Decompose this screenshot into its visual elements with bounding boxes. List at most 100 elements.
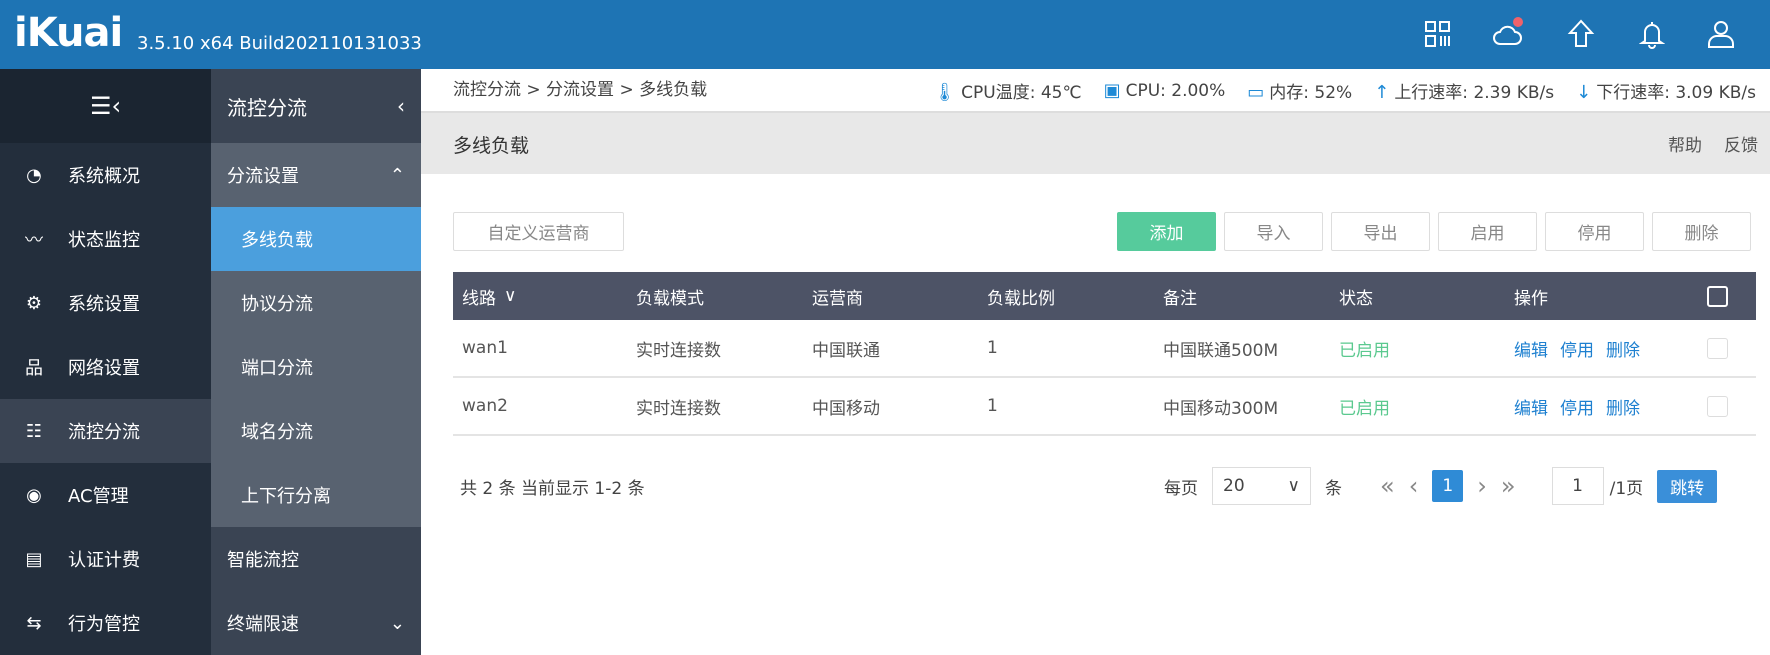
help-link[interactable]: 帮助 [1668, 131, 1702, 156]
sidebar-item[interactable]: 〰 状态监控 [0, 207, 211, 271]
page-title: 多线负载 [453, 135, 530, 157]
logo: iKuai [14, 10, 123, 56]
sidebar-item[interactable]: ⚙ 系统设置 [0, 271, 211, 335]
upload-stat: ↑ 上行速率: 2.39 KB/s [1374, 78, 1554, 103]
cell-mode: 实时连接数 [636, 398, 721, 419]
status-badge: 已启用 [1339, 340, 1390, 361]
apps-icon[interactable] [1421, 17, 1455, 51]
disable-link[interactable]: 停用 [1560, 336, 1594, 361]
sidebar-item-label: AC管理 [68, 486, 129, 507]
id-card-icon: ▤ [25, 548, 43, 570]
sub-sidebar: 流控分流 ‹ 分流设置 ⌃ 多线负载协议分流端口分流域名分流上下行分离 智能流控 终… [211, 69, 421, 655]
delete-button[interactable]: 删除 [1652, 212, 1751, 251]
col-label: 线路 [462, 288, 496, 309]
subnav-label: 端口分流 [241, 358, 313, 379]
last-page-icon[interactable]: » [1501, 472, 1516, 500]
subnav-label: 域名分流 [241, 422, 313, 443]
add-button[interactable]: 添加 [1117, 212, 1216, 251]
subnav-title[interactable]: 流控分流 ‹ [211, 69, 421, 143]
import-button[interactable]: 导入 [1224, 212, 1323, 251]
next-page-icon[interactable]: › [1477, 472, 1487, 500]
subnav-group[interactable]: 分流设置 ⌃ [211, 143, 421, 207]
sidebar-item-label: 系统设置 [68, 294, 140, 315]
system-stats: 🌡 CPU温度: 45℃ ▣ CPU: 2.00% ▭ 内存: 52% ↑ 上行速率: … [933, 69, 1756, 111]
subnav-title-text: 流控分流 [227, 95, 307, 120]
total-pages: /1页 [1609, 478, 1644, 499]
chevron-down-icon: ∨ [1287, 476, 1300, 496]
cell-isp: 中国移动 [812, 398, 880, 419]
row-checkbox[interactable] [1707, 337, 1728, 359]
sidebar-item-label: 网络设置 [68, 358, 140, 379]
first-page-icon[interactable]: « [1380, 472, 1395, 500]
table-header: 线路 ∨ 负载模式 运营商 负载比例 备注 状态 操作 [453, 272, 1756, 320]
cpu-text: CPU: 2.00% [1125, 80, 1226, 101]
page-input[interactable]: 1 [1551, 467, 1604, 505]
bell-icon[interactable] [1635, 17, 1669, 51]
notification-dot [1513, 17, 1523, 27]
row-actions: 编辑 停用 删除 [1514, 320, 1652, 376]
cell-mode: 实时连接数 [636, 340, 721, 361]
sidebar-item[interactable]: ◉ AC管理 [0, 463, 211, 527]
sidebar-item[interactable]: ◔ 系统概况 [0, 143, 211, 207]
sidebar-item[interactable]: ⇆ 行为管控 [0, 591, 211, 655]
delete-link[interactable]: 删除 [1606, 336, 1640, 361]
col-line[interactable]: 线路 ∨ [462, 272, 516, 320]
status-badge: 已启用 [1339, 398, 1390, 419]
page-1-button[interactable]: 1 [1432, 470, 1464, 502]
sidebar-item-label: 行为管控 [68, 614, 140, 635]
version-text: 3.5.10 x64 Build202110131033 [137, 33, 422, 54]
menu-collapse-icon[interactable]: ☰‹ [0, 69, 211, 143]
row-checkbox[interactable] [1707, 395, 1728, 417]
main-sidebar: ☰‹ ◔ 系统概况〰 状态监控 ⚙ 系统设置品 网络设置 ☷ 流控分流 ◉ AC管理 ▤ 认证计费 ⇆ 行… [0, 69, 211, 655]
subnav-item[interactable]: 端口分流 [211, 335, 421, 399]
jump-button[interactable]: 跳转 [1657, 469, 1718, 503]
chevron-down-icon[interactable]: ∨ [504, 286, 516, 306]
subnav-label: 协议分流 [241, 294, 313, 315]
wifi-icon: ◉ [26, 484, 42, 506]
sidebar-item[interactable]: ☷ 流控分流 [0, 399, 211, 463]
chevron-left-icon[interactable]: ‹ [397, 94, 405, 118]
edit-link[interactable]: 编辑 [1514, 336, 1548, 361]
subnav-item-terminal-limit[interactable]: 终端限速 ⌄ [211, 591, 421, 655]
col-actions: 操作 [1514, 288, 1548, 309]
cell-ratio: 1 [987, 338, 998, 358]
export-button[interactable]: 导出 [1331, 212, 1430, 251]
feedback-link[interactable]: 反馈 [1724, 131, 1758, 156]
subnav-item[interactable]: 上下行分离 [211, 463, 421, 527]
enable-button[interactable]: 启用 [1438, 212, 1537, 251]
subnav-item[interactable]: 域名分流 [211, 399, 421, 463]
arrow-down-icon: ↓ [1576, 81, 1592, 103]
memory-stat: ▭ 内存: 52% [1247, 78, 1352, 103]
cloud-icon[interactable] [1491, 17, 1525, 51]
cell-line: wan1 [462, 338, 508, 358]
arrow-up-icon: ↑ [1374, 81, 1390, 103]
disable-button[interactable]: 停用 [1545, 212, 1644, 251]
page-title-bar: 多线负载 帮助 反馈 [421, 111, 1770, 174]
subnav-label: 上下行分离 [241, 486, 331, 507]
delete-link[interactable]: 删除 [1606, 394, 1640, 419]
sidebar-item[interactable]: 品 网络设置 [0, 335, 211, 399]
sidebar-item-label: 流控分流 [68, 422, 140, 443]
edit-link[interactable]: 编辑 [1514, 394, 1548, 419]
subnav-item-smart-qos[interactable]: 智能流控 [211, 527, 421, 591]
col-status: 状态 [1339, 288, 1373, 309]
download-text: 下行速率: 3.09 KB/s [1596, 82, 1756, 103]
subnav-item[interactable]: 协议分流 [211, 271, 421, 335]
upgrade-icon[interactable] [1564, 17, 1598, 51]
custom-isp-button[interactable]: 自定义运营商 [453, 212, 624, 251]
cell-note: 中国联通500M [1163, 340, 1279, 361]
col-ratio: 负载比例 [987, 288, 1055, 309]
network-icon: 品 [25, 358, 43, 379]
per-page-select[interactable]: 20 ∨ [1212, 467, 1311, 505]
sliders-icon: ☷ [25, 420, 43, 442]
select-all-checkbox[interactable] [1707, 285, 1728, 307]
subnav-item[interactable]: 多线负载 [211, 207, 421, 271]
cpu-stat: ▣ CPU: 2.00% [1104, 80, 1226, 101]
user-icon[interactable] [1704, 17, 1738, 51]
col-note: 备注 [1163, 288, 1197, 309]
table-row: wan2 实时连接数 中国移动 1 中国移动300M 已启用 编辑 停用 删除 [453, 378, 1756, 436]
sidebar-item[interactable]: ▤ 认证计费 [0, 527, 211, 591]
disable-link[interactable]: 停用 [1560, 394, 1594, 419]
subnav-label: 智能流控 [227, 550, 299, 571]
prev-page-icon[interactable]: ‹ [1409, 472, 1419, 500]
